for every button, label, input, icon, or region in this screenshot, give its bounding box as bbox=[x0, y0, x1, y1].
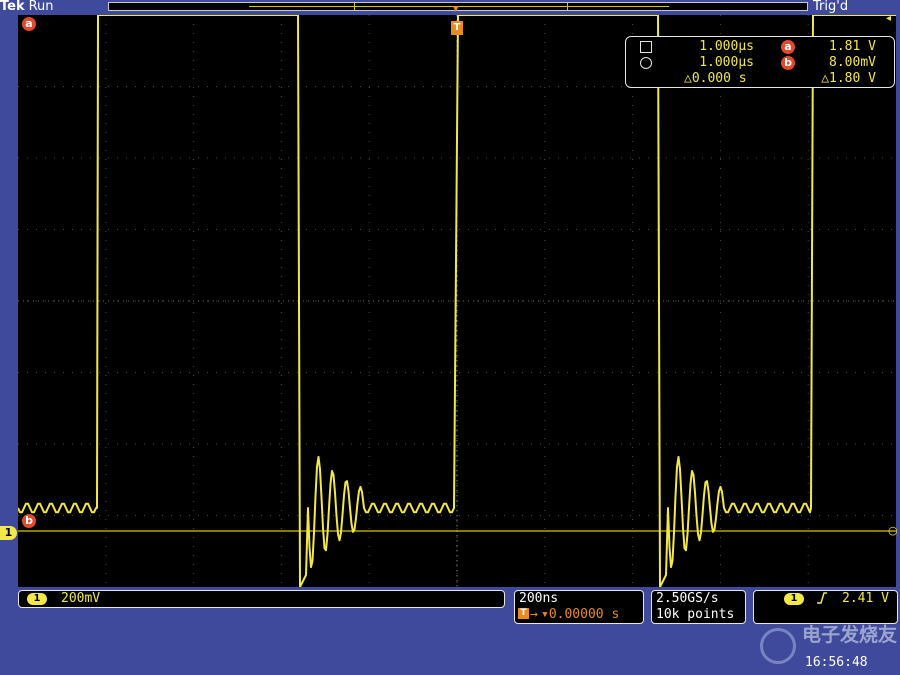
trigger-position-marker[interactable]: T bbox=[451, 21, 463, 35]
square-cursor-icon bbox=[640, 41, 652, 53]
channel-1-ground-marker[interactable]: 1 bbox=[0, 526, 17, 540]
cursor-readout-row-a: 1.000µs a 1.81 V bbox=[626, 39, 894, 55]
waveform-display[interactable] bbox=[18, 15, 896, 587]
cursor-readout-row-delta: △0.000 s △1.80 V bbox=[626, 71, 894, 87]
trigger-level: 2.41 V bbox=[842, 591, 889, 606]
rising-edge-icon bbox=[816, 591, 828, 609]
trigger-source-badge: 1 bbox=[784, 593, 804, 605]
cursor-b-time: 1.000µs bbox=[699, 55, 754, 70]
record-length: 10k points bbox=[656, 607, 735, 622]
brand-name: Tek bbox=[0, 0, 25, 14]
watermark-logo-icon bbox=[760, 628, 796, 664]
graticule-and-trace bbox=[18, 15, 896, 587]
trigger-status: Trig'd bbox=[813, 0, 849, 14]
trigger-level-arrow-icon[interactable]: ◂ bbox=[886, 13, 891, 24]
cursor-a-marker[interactable]: a bbox=[22, 17, 36, 31]
time-per-div: 200ns bbox=[519, 591, 559, 606]
cursor-a-badge: a bbox=[781, 40, 795, 54]
cursor-a-time: 1.000µs bbox=[699, 39, 754, 54]
cursor-b-badge: b bbox=[781, 56, 795, 70]
run-state: Run bbox=[28, 0, 54, 14]
right-arrow-icon: → bbox=[530, 607, 538, 622]
timebase-panel[interactable]: 200ns T → ▾0.00000 s bbox=[514, 590, 644, 624]
cursor-b-marker[interactable]: b bbox=[22, 514, 36, 528]
cursor-readout-panel[interactable]: 1.000µs a 1.81 V 1.000µs b 8.00mV △0.000… bbox=[625, 36, 895, 88]
clock: 16:56:48 bbox=[805, 655, 868, 670]
acquisition-panel[interactable]: 2.50GS/s 10k points bbox=[651, 590, 746, 624]
channel-1-volts-per-div: 200mV bbox=[61, 591, 101, 606]
cursor-readout-row-b: 1.000µs b 8.00mV bbox=[626, 55, 894, 71]
trigger-position-value: ▾0.00000 s bbox=[541, 607, 620, 622]
cursor-b-value: 8.00mV bbox=[829, 55, 876, 70]
trigger-panel[interactable]: 1 2.41 V bbox=[753, 590, 898, 624]
channel-1-badge: 1 bbox=[27, 593, 47, 605]
trigger-position-top-icon: ▾ bbox=[453, 2, 459, 15]
trigger-position-icon: T bbox=[518, 608, 529, 619]
channel-1-scale-panel[interactable]: 1 200mV bbox=[18, 590, 505, 608]
channel-1-right-circle-icon: ○ bbox=[888, 524, 898, 537]
delta-value: △1.80 V bbox=[821, 71, 876, 86]
delta-time: △0.000 s bbox=[684, 71, 747, 86]
brand-label: Tek Run bbox=[0, 0, 54, 14]
watermark-text: 电子发烧友 bbox=[802, 624, 898, 646]
sample-rate: 2.50GS/s bbox=[656, 591, 719, 606]
cursor-a-value: 1.81 V bbox=[829, 39, 876, 54]
circle-cursor-icon bbox=[640, 57, 652, 69]
